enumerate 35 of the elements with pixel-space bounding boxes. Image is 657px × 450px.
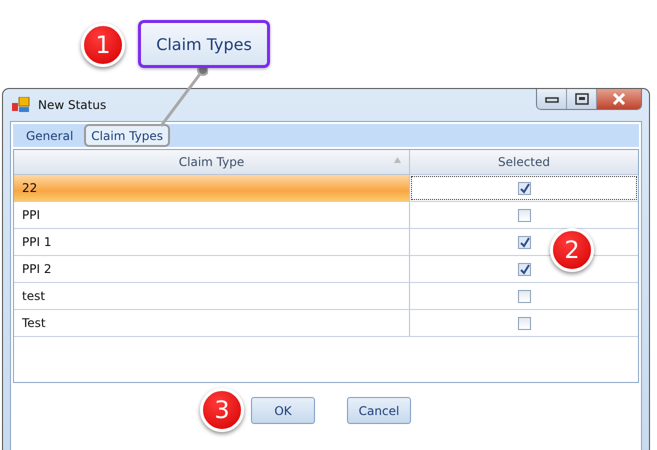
step-badge: 1 bbox=[81, 23, 125, 67]
checkmark-icon bbox=[518, 182, 530, 194]
maximize-button[interactable] bbox=[567, 89, 597, 109]
close-icon bbox=[611, 93, 627, 105]
checkmark-icon bbox=[518, 236, 530, 248]
checkbox[interactable] bbox=[518, 290, 530, 302]
maximize-icon bbox=[574, 93, 588, 105]
table-row[interactable]: test bbox=[14, 283, 638, 310]
table-cell: test bbox=[22, 289, 46, 303]
checkmark-icon bbox=[518, 264, 530, 274]
checkbox[interactable] bbox=[518, 182, 530, 194]
minimize-icon bbox=[544, 95, 558, 103]
column-header[interactable]: Claim Type bbox=[14, 150, 410, 174]
window-title: New Status bbox=[38, 98, 106, 112]
table-cell: PPI 2 bbox=[22, 262, 52, 276]
table-cell: 22 bbox=[22, 181, 38, 195]
table-row[interactable]: PPI bbox=[14, 202, 638, 229]
dialog-button[interactable]: Cancel bbox=[347, 397, 411, 424]
tab[interactable]: General bbox=[19, 124, 80, 147]
sort-icon bbox=[394, 157, 401, 163]
checkbox[interactable] bbox=[518, 208, 530, 222]
column-header[interactable]: Selected bbox=[410, 150, 638, 174]
table-cell: PPI 1 bbox=[22, 235, 52, 249]
dialog-button[interactable]: OK bbox=[251, 397, 315, 424]
zoom-callout: Claim Types bbox=[138, 20, 270, 68]
tab[interactable]: Claim Types bbox=[84, 124, 170, 147]
checkbox[interactable] bbox=[518, 262, 530, 276]
table-cell: PPI bbox=[22, 208, 40, 222]
checkbox[interactable] bbox=[518, 316, 530, 330]
minimize-button[interactable] bbox=[537, 89, 567, 109]
table-cell: Test bbox=[22, 316, 46, 330]
checkbox[interactable] bbox=[518, 236, 530, 248]
app-icon bbox=[12, 97, 30, 113]
close-button[interactable] bbox=[597, 89, 641, 109]
table-row[interactable]: Test bbox=[14, 310, 638, 337]
